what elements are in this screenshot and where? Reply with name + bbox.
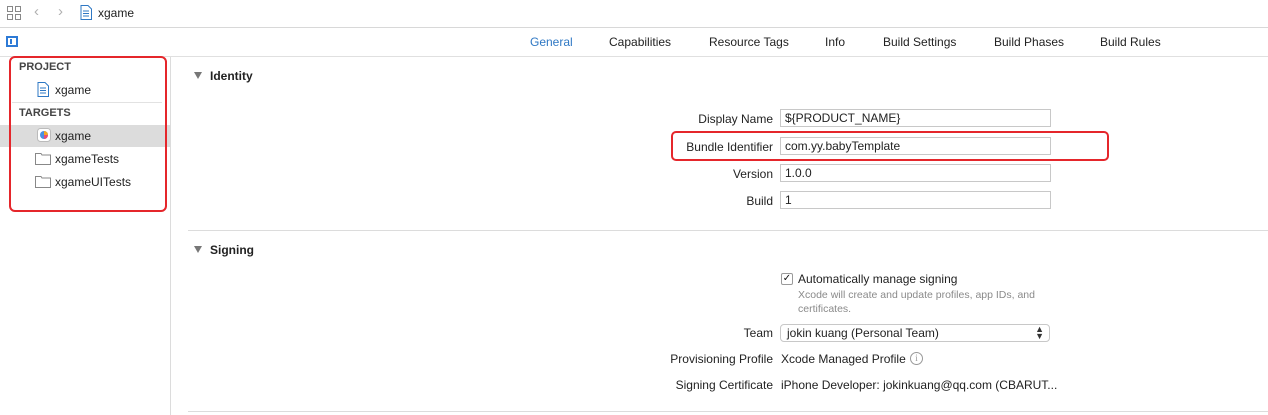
display-name-field[interactable]: ${PRODUCT_NAME} — [780, 109, 1051, 127]
build-field[interactable]: 1 — [780, 191, 1051, 209]
tab-build-rules[interactable]: Build Rules — [1100, 35, 1161, 49]
signing-section-title: Signing — [210, 243, 254, 257]
tab-general[interactable]: General — [530, 35, 573, 49]
related-items-grid-icon[interactable] — [7, 6, 21, 20]
section-divider — [188, 411, 1268, 412]
auto-signing-checkbox[interactable]: ✓ — [781, 273, 793, 285]
chevron-updown-icon: ▲ ▼ — [1035, 324, 1044, 341]
identity-section-title: Identity — [210, 69, 253, 83]
provisioning-profile-value: Xcode Managed Profile — [781, 352, 906, 366]
editor-tab-bar: General Capabilities Resource Tags Info … — [0, 28, 1268, 57]
provisioning-profile-label: Provisioning Profile — [670, 352, 773, 366]
tab-info[interactable]: Info — [825, 35, 845, 49]
highlight-box-bundle-identifier — [671, 131, 1109, 161]
auto-signing-hint: Xcode will create and update profiles, a… — [798, 289, 1035, 315]
display-name-label: Display Name — [698, 112, 773, 126]
info-icon[interactable]: i — [910, 352, 923, 365]
signing-certificate-label: Signing Certificate — [675, 378, 773, 392]
tab-resource-tags[interactable]: Resource Tags — [709, 35, 789, 49]
jump-bar: ‹ › xgame — [0, 0, 1268, 28]
forward-chevron-icon[interactable]: › — [58, 4, 63, 20]
tab-capabilities[interactable]: Capabilities — [609, 35, 671, 49]
version-label: Version — [732, 167, 773, 181]
team-select-value: jokin kuang (Personal Team) — [787, 326, 939, 340]
team-select[interactable]: jokin kuang (Personal Team) ▲ ▼ — [780, 324, 1050, 342]
team-label: Team — [743, 326, 773, 340]
tab-build-settings[interactable]: Build Settings — [883, 35, 956, 49]
breadcrumb[interactable]: xgame — [98, 6, 134, 20]
disclosure-triangle-icon[interactable] — [194, 72, 202, 79]
highlight-box-sidebar — [9, 56, 167, 212]
project-file-icon — [80, 5, 92, 20]
version-field[interactable]: 1.0.0 — [780, 164, 1051, 182]
back-chevron-icon[interactable]: ‹ — [34, 4, 39, 20]
build-label: Build — [746, 194, 773, 208]
section-divider — [188, 230, 1268, 231]
sidebar-toggle-icon[interactable] — [6, 36, 18, 47]
auto-signing-label[interactable]: Automatically manage signing — [798, 272, 957, 286]
signing-certificate-value: iPhone Developer: jokinkuang@qq.com (CBA… — [781, 378, 1058, 392]
tab-build-phases[interactable]: Build Phases — [994, 35, 1064, 49]
disclosure-triangle-icon[interactable] — [194, 246, 202, 253]
